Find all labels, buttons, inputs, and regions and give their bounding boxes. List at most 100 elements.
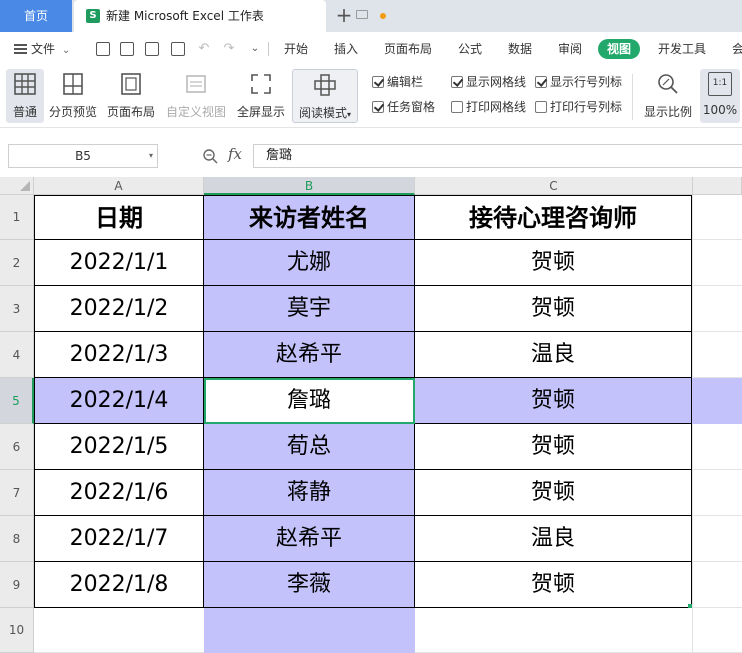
file-menu[interactable]: 文件 ⌄ xyxy=(14,32,70,66)
row-header-4[interactable]: 4 xyxy=(0,332,34,378)
task-pane-checkbox[interactable]: 任务窗格 xyxy=(372,99,435,115)
cell-b7[interactable]: 蒋静 xyxy=(204,470,415,516)
function-icon[interactable]: fx xyxy=(228,145,242,163)
column-header-c[interactable]: C xyxy=(415,177,693,195)
row-header-10[interactable]: 10 xyxy=(0,608,34,653)
document-tab[interactable]: S 新建 Microsoft Excel 工作表 xyxy=(74,0,386,32)
cell-c3[interactable]: 贺顿 xyxy=(415,286,692,332)
chevron-down-icon: ⌄ xyxy=(61,45,71,56)
full-screen-button[interactable]: 全屏显示 xyxy=(234,69,288,123)
row-header-5[interactable]: 5 xyxy=(0,378,34,424)
cell-b8[interactable]: 赵希平 xyxy=(204,516,415,562)
expand-icon xyxy=(251,74,271,94)
reading-mode-button[interactable]: 阅读模式▾ xyxy=(292,69,358,123)
checkbox-icon xyxy=(451,101,463,113)
print-gridlines-checkbox[interactable]: 打印网格线 xyxy=(451,99,526,115)
formula-input[interactable]: 詹璐 xyxy=(253,144,742,168)
row-header-6[interactable]: 6 xyxy=(0,424,34,470)
cell-a3[interactable]: 2022/1/2 xyxy=(34,286,204,332)
select-all-corner[interactable] xyxy=(0,177,34,195)
cell-a7[interactable]: 2022/1/6 xyxy=(34,470,204,516)
export-icon[interactable] xyxy=(120,42,134,56)
header-cell-a[interactable]: 日期 xyxy=(34,195,204,240)
zoom-100-button[interactable]: 1:1 100% xyxy=(700,69,740,123)
undo-icon[interactable]: ↶ xyxy=(196,41,212,57)
row-header-2[interactable]: 2 xyxy=(0,240,34,286)
spreadsheet-grid[interactable]: A B C 1 2 3 4 5 6 7 8 9 10 日期 来访者姓名 接待心理咨询师 2022/1/1 尤娜 贺顿… xyxy=(0,177,742,653)
column-header-b[interactable]: B xyxy=(204,177,415,195)
headings-checkbox[interactable]: 显示行号列标 xyxy=(535,74,622,90)
cell-b3[interactable]: 莫宇 xyxy=(204,286,415,332)
ribbon-separator xyxy=(632,74,633,120)
monitor-icon[interactable] xyxy=(356,10,368,19)
cell-a2[interactable]: 2022/1/1 xyxy=(34,240,204,286)
zoom-formula-icon[interactable] xyxy=(202,148,218,164)
zoom-button[interactable]: 显示比例 xyxy=(642,69,694,123)
zoom-percent-icon xyxy=(658,74,678,94)
menu-tab-data[interactable]: 数据 xyxy=(508,32,532,66)
cell-a5[interactable]: 2022/1/4 xyxy=(34,378,204,424)
redo-icon[interactable]: ↷ xyxy=(221,41,237,57)
header-cell-c[interactable]: 接待心理咨询师 xyxy=(415,195,692,240)
zoom-value: 100% xyxy=(702,103,738,117)
custom-view-label: 自定义视图 xyxy=(165,105,226,119)
normal-view-label: 普通 xyxy=(12,105,37,119)
cell-b9[interactable]: 李薇 xyxy=(204,562,415,608)
cell-a6[interactable]: 2022/1/5 xyxy=(34,424,204,470)
menu-tab-view[interactable]: 视图 xyxy=(598,39,641,59)
row-header-8[interactable]: 8 xyxy=(0,516,34,562)
cell-c5[interactable]: 贺顿 xyxy=(415,378,692,424)
row-header-7[interactable]: 7 xyxy=(0,470,34,516)
zoom-label: 显示比例 xyxy=(643,105,692,119)
cell-a8[interactable]: 2022/1/7 xyxy=(34,516,204,562)
cell-c6[interactable]: 贺顿 xyxy=(415,424,692,470)
page-layout-view-button[interactable]: 页面布局 xyxy=(104,69,158,123)
cell-b6[interactable]: 荀总 xyxy=(204,424,415,470)
row-header-1[interactable]: 1 xyxy=(0,195,34,240)
spreadsheet-icon: S xyxy=(86,9,100,23)
cell-b2[interactable]: 尤娜 xyxy=(204,240,415,286)
new-tab-button[interactable]: + xyxy=(334,4,354,28)
print-preview-icon[interactable] xyxy=(171,42,185,56)
save-icon[interactable] xyxy=(96,42,110,56)
column-header-a[interactable]: A xyxy=(34,177,204,195)
formula-bar-checkbox[interactable]: 编辑栏 xyxy=(372,74,423,90)
row-header-9[interactable]: 9 xyxy=(0,562,34,608)
name-box[interactable]: B5 ▾ xyxy=(8,144,158,168)
hamburger-icon xyxy=(14,44,27,54)
print-icon[interactable] xyxy=(145,42,159,56)
gridline xyxy=(692,195,693,653)
one-to-one-icon: 1:1 xyxy=(708,72,732,96)
cell-c8[interactable]: 温良 xyxy=(415,516,692,562)
print-headings-checkbox[interactable]: 打印行号列标 xyxy=(535,99,622,115)
cell-c7[interactable]: 贺顿 xyxy=(415,470,692,516)
cell-a9[interactable]: 2022/1/8 xyxy=(34,562,204,608)
header-cell-b[interactable]: 来访者姓名 xyxy=(204,195,415,240)
gridlines-checkbox[interactable]: 显示网格线 xyxy=(451,74,526,90)
page-break-preview-label: 分页预览 xyxy=(48,105,97,119)
cell-b4[interactable]: 赵希平 xyxy=(204,332,415,378)
menu-tab-insert[interactable]: 插入 xyxy=(334,32,358,66)
page-break-preview-button[interactable]: 分页预览 xyxy=(46,69,100,123)
checkbox-icon xyxy=(372,101,384,113)
cell-c2[interactable]: 贺顿 xyxy=(415,240,692,286)
quick-access-dropdown-icon[interactable]: ⌄ xyxy=(247,41,263,57)
row-header-3[interactable]: 3 xyxy=(0,286,34,332)
page-break-icon xyxy=(63,73,83,95)
cell-b5[interactable]: 詹璐 xyxy=(204,378,415,424)
menu-tab-review[interactable]: 审阅 xyxy=(558,32,582,66)
menu-tab-start[interactable]: 开始 xyxy=(284,32,308,66)
menu-tab-more[interactable]: 会 xyxy=(732,32,742,66)
cell-c9[interactable]: 贺顿 xyxy=(415,562,692,608)
normal-view-button[interactable]: 普通 xyxy=(6,69,44,123)
cell-a4[interactable]: 2022/1/3 xyxy=(34,332,204,378)
menu-tab-developer[interactable]: 开发工具 xyxy=(658,32,706,66)
fill-handle[interactable] xyxy=(688,604,692,608)
unsaved-dot-icon xyxy=(380,13,386,19)
home-tab[interactable]: 首页 xyxy=(0,0,72,32)
file-menu-label: 文件 xyxy=(31,42,56,56)
menu-tab-page-layout[interactable]: 页面布局 xyxy=(384,32,432,66)
menu-tab-formula[interactable]: 公式 xyxy=(458,32,482,66)
custom-view-button[interactable]: 自定义视图 xyxy=(164,69,228,123)
cell-c4[interactable]: 温良 xyxy=(415,332,692,378)
